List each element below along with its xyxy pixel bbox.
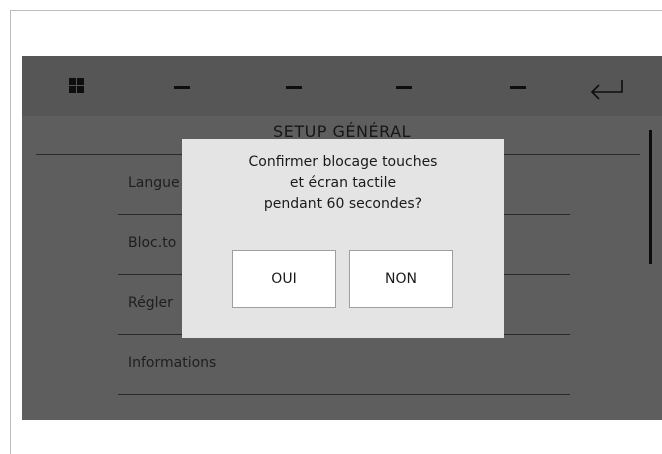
dialog-message-line: pendant 60 secondes? (263, 196, 423, 212)
menu-item-label: Régler (128, 295, 173, 311)
tab-4[interactable] (510, 86, 526, 89)
menu-item-label: Langue (128, 175, 180, 191)
dialog-message-line: et écran tactile (289, 175, 397, 191)
top-bar (22, 56, 662, 116)
return-arrow-icon[interactable] (588, 78, 626, 100)
grid-menu-icon[interactable] (69, 78, 85, 93)
confirm-dialog: Confirmer blocage touches et écran tacti… (182, 139, 504, 338)
tab-3[interactable] (396, 86, 412, 89)
dialog-message: Confirmer blocage touches et écran tacti… (182, 152, 504, 215)
menu-item-label: Bloc.to (128, 235, 177, 251)
no-button[interactable]: NON (349, 250, 453, 308)
scrollbar[interactable] (649, 130, 652, 264)
tab-1[interactable] (174, 86, 190, 89)
tab-2[interactable] (286, 86, 302, 89)
menu-item-label: Informations (128, 355, 217, 371)
dialog-message-line: Confirmer blocage touches (248, 154, 438, 170)
menu-item-informations[interactable]: Informations (118, 335, 570, 395)
yes-button[interactable]: OUI (232, 250, 336, 308)
